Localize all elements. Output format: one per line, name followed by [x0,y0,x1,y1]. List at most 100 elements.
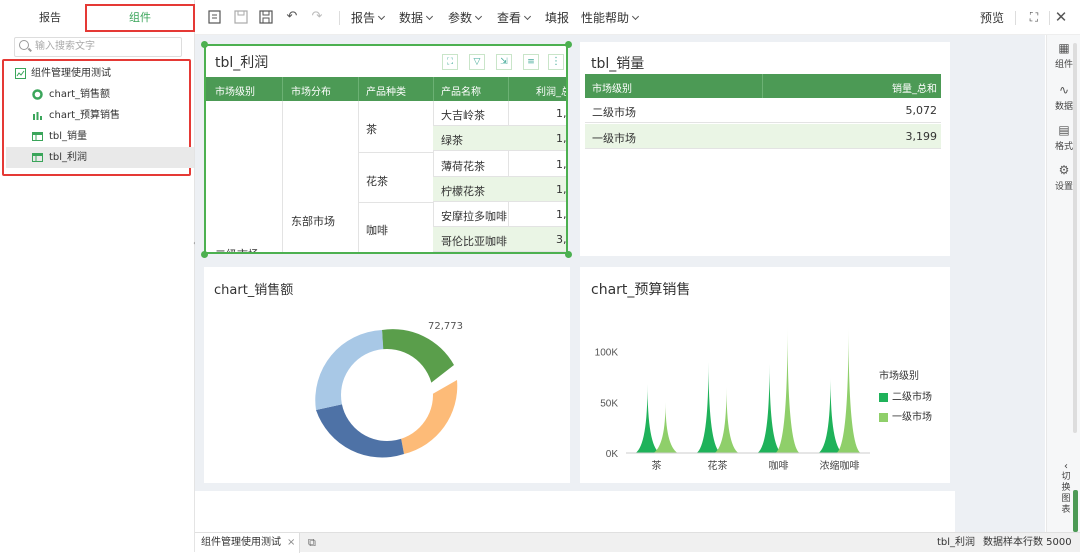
chevron-down-icon [523,12,532,21]
tree-item-tbl-profit[interactable]: tbl_利润 [6,147,194,168]
menu-params[interactable]: 参数 [448,9,483,27]
tree-root[interactable]: 组件管理使用测试 [4,63,193,84]
market-level-cell[interactable]: 二级市场 [215,246,259,252]
header-cell[interactable]: 利润_总 [536,83,566,98]
rail-label: 格式 [1054,142,1073,152]
tree-item-chart-budget[interactable]: chart_预算销售 [4,105,193,126]
area-spike[interactable] [635,384,660,453]
area-spike[interactable] [653,402,678,453]
menu-perf-help[interactable]: 性能帮助 [581,9,640,27]
product-cell: 大吉岭茶 [441,109,485,122]
switch-chart-label: 切换图表 [1061,472,1071,515]
area-spike[interactable] [818,376,843,453]
budget-sales-card[interactable]: chart_预算销售 0K 50K 100K 茶 花茶 咖啡 浓缩咖啡 市场级别 二级市场 … [580,267,950,483]
category-cell[interactable]: 茶 [366,121,377,137]
header-cell[interactable]: 销量_总和 [892,80,937,95]
new-report-icon[interactable] [207,9,223,25]
category-cell[interactable]: 咖啡 [366,222,388,238]
search-input[interactable]: 输入搜索文字 [14,37,182,57]
tree-item-tbl-sales[interactable]: tbl_销量 [4,126,193,147]
table-row[interactable]: 薄荷花茶 1,7 [433,152,566,177]
close-icon[interactable]: ✕ [1053,9,1069,25]
tab-components[interactable]: 组件 [85,4,195,32]
table-row[interactable]: 安摩拉多咖啡 1,0 [433,202,566,227]
close-tab-icon[interactable]: × [287,533,295,553]
table-row[interactable]: 一级市场 3,199 [585,124,941,149]
area-spike[interactable] [696,361,721,453]
menu-label: 性能帮助 [581,11,630,25]
resize-handle[interactable] [565,251,572,258]
tree-item-chart-sales[interactable]: chart_销售额 [4,84,193,105]
toolbar-divider [1049,11,1050,25]
area-spike[interactable] [775,326,800,453]
preview-button[interactable]: 预览 [980,9,1004,27]
table-row[interactable]: 绿茶 1,4 [433,126,566,151]
add-sheet-icon[interactable]: ⧉ [308,533,316,553]
product-cell: 哥伦比亚咖啡 [441,235,507,248]
tab-report[interactable]: 报告 [18,4,82,32]
redo-icon[interactable]: ↷ [309,9,325,25]
tree-item-label: chart_预算销售 [49,110,120,121]
area-spike[interactable] [714,387,739,453]
select-icon[interactable]: ⇲ [496,54,512,70]
col-divider [508,77,509,101]
resize-handle[interactable] [201,41,208,48]
y-tick-label: 0K [606,449,619,460]
menu-data[interactable]: 数据 [399,9,434,27]
donut-chart-icon [32,89,43,100]
header-cell[interactable]: 产品种类 [366,83,406,98]
category-cell[interactable]: 花茶 [366,173,388,189]
rail-label: 数据 [1054,102,1073,112]
bar-chart-icon [33,112,42,120]
legend-swatch [879,392,888,402]
save-as-icon[interactable] [258,9,274,25]
resize-handle[interactable] [565,41,572,48]
legend-item[interactable]: 二级市场 [879,388,932,403]
area-spike[interactable] [757,363,782,453]
save-icon[interactable] [233,9,249,25]
fullscreen-icon[interactable]: ⛶ [1026,9,1042,25]
scrollbar[interactable] [1073,43,1077,433]
resize-handle[interactable] [201,251,208,258]
sales-table-card[interactable]: tbl_销量 市场级别 销量_总和 二级市场 5,072 一级市场 3,199 [580,42,950,256]
undo-icon[interactable]: ↶ [284,9,300,25]
market-dist-cell[interactable]: 东部市场 [291,213,335,229]
header-cell[interactable]: 市场级别 [215,83,255,98]
header-cell[interactable]: 产品名称 [441,83,481,98]
switch-chart-button[interactable]: ‹ 切换图表 [1059,461,1073,516]
card-title: tbl_销量 [591,56,645,72]
table-row[interactable]: 柠檬花茶 1,0 [433,177,566,202]
table-header: 市场级别 销量_总和 [585,74,941,98]
component-tree: 组件管理使用测试 chart_销售额 chart_预算销售 tbl_销量 tbl… [2,59,194,176]
list-icon[interactable]: ≡ [523,54,539,70]
sheet-tab[interactable]: 组件管理使用测试 × [195,533,300,553]
profit-table-card[interactable]: tbl_利润 ⛶ ▽ ⇲ ≡ ⋮ 市场级别 市场分布 产品种类 产品名称 利润_… [204,44,568,254]
expand-icon[interactable]: ⛶ [442,54,458,70]
menu-view[interactable]: 查看 [497,9,532,27]
table-row[interactable]: 哥伦比亚咖啡 3,8 [433,227,566,252]
card-title: chart_销售额 [214,283,294,298]
donut-label: 72,773 [428,321,463,332]
legend-label: 一级市场 [892,412,932,423]
table-icon [32,132,43,141]
status-bar: 组件管理使用测试 × ⧉ tbl_利润 数据样本行数 5000 [195,532,1080,553]
table-row[interactable]: 大吉岭茶 1,5 [433,101,566,126]
toolbar-divider [339,11,340,25]
chevron-down-icon [425,12,434,21]
menu-fill[interactable]: 填报 [545,9,569,27]
card-title: chart_预算销售 [591,282,691,298]
menu-report[interactable]: 报告 [351,9,386,27]
donut-chart[interactable] [304,307,484,477]
left-panel: 报告 组件 输入搜索文字 组件管理使用测试 chart_销售额 chart_预算… [0,0,197,552]
sales-donut-card[interactable]: chart_销售额 72,773 [204,267,570,483]
header-cell[interactable]: 市场分布 [291,83,331,98]
tree-item-label: tbl_利润 [49,152,88,163]
area-spike[interactable] [836,326,861,453]
table-row[interactable]: 二级市场 5,072 [585,98,941,123]
more-icon[interactable]: ⋮ [548,54,564,70]
menu-label: 参数 [448,11,473,25]
product-cell: 薄荷花茶 [441,160,485,173]
legend-item[interactable]: 一级市场 [879,408,932,423]
header-cell[interactable]: 市场级别 [592,80,632,95]
filter-icon[interactable]: ▽ [469,54,485,70]
